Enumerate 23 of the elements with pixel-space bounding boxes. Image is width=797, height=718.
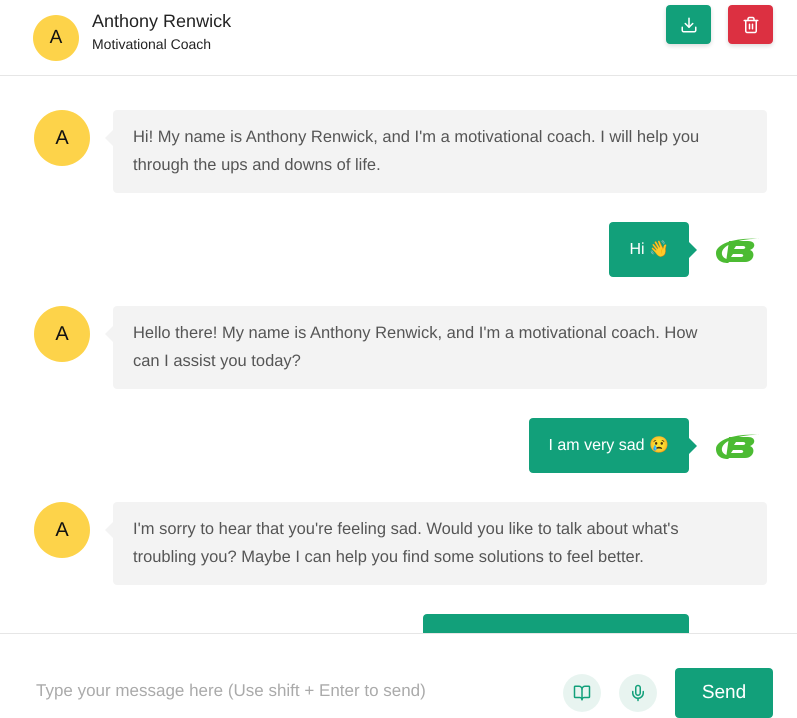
send-button[interactable]: Send — [675, 668, 773, 718]
bot-message: Hi! My name is Anthony Renwick, and I'm a motivational coach. I will help you through the ups and downs of life. — [113, 110, 767, 194]
contact-avatar: A — [33, 14, 79, 61]
message-input[interactable]: Type your message here (Use shift + Enter to send) — [34, 680, 545, 702]
download-icon — [680, 16, 698, 34]
download-button[interactable] — [666, 5, 711, 44]
book-icon — [573, 684, 591, 702]
delete-button[interactable] — [728, 5, 773, 44]
contact-subtitle: Motivational Coach — [92, 36, 212, 52]
bot-message: I'm sorry to hear that you're feeling sad. Would you like to talk about what's troubling you? Maybe I can help you find some solutions to feel better. — [113, 502, 767, 586]
user-message: Hi 👋 — [609, 222, 689, 278]
microphone-icon — [629, 684, 647, 702]
book-button[interactable] — [563, 674, 601, 712]
bot-avatar: A — [34, 502, 90, 558]
bot-avatar: A — [34, 306, 90, 362]
contact-name: Anthony Renwick — [92, 11, 232, 32]
bot-message: Hello there! My name is Anthony Renwick, and I'm a motivational coach. How can I assist you today? — [113, 306, 767, 390]
bubble-pointer — [689, 438, 697, 454]
user-message: I am very sad 😢 — [528, 418, 689, 474]
trash-icon — [742, 16, 760, 34]
microphone-button[interactable] — [619, 674, 657, 712]
bot-avatar: A — [34, 110, 90, 166]
bubble-pointer — [689, 242, 697, 258]
